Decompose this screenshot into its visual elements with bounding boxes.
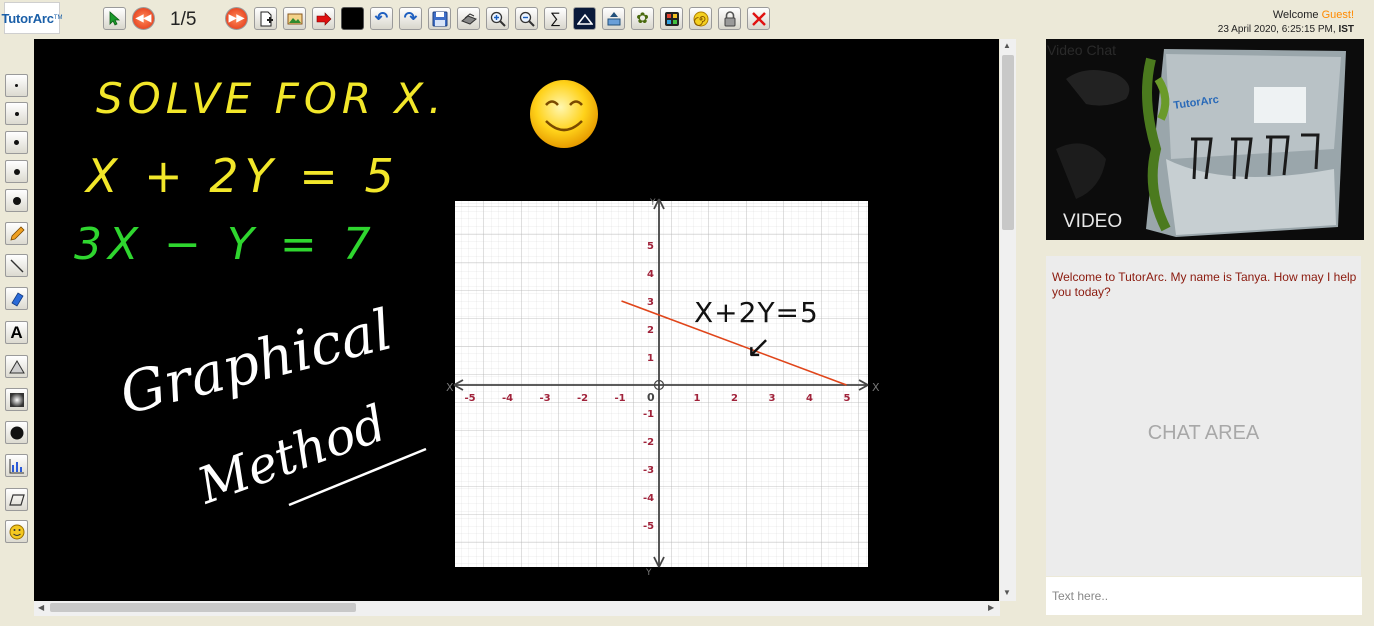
triangle-icon[interactable] — [5, 355, 28, 378]
y-tick-label: 3 — [647, 297, 654, 308]
pencil-icon[interactable] — [5, 222, 28, 245]
scroll-up-icon[interactable]: ▲ — [1003, 41, 1011, 50]
emoji-icon[interactable] — [5, 520, 28, 543]
pen-size-2-icon[interactable] — [5, 102, 28, 125]
vertical-scroll-thumb[interactable] — [1002, 55, 1014, 230]
pen-size-1-icon[interactable] — [5, 74, 28, 97]
video-feed: TutorArc — [1046, 39, 1364, 240]
undo-icon[interactable]: ↶ — [370, 7, 393, 30]
tutorarc-logo: TutorArc TM — [1, 2, 63, 34]
x-tick-label: 4 — [806, 393, 813, 404]
datetime: 23 April 2020, 6:25:15 PM, IST — [1218, 24, 1354, 35]
equation-1: X + 2Y = 5 — [84, 149, 400, 203]
whiteboard-drawing: SOLVE FOR X. X + 2Y = 5 3X − Y = 7 Graph… — [74, 74, 880, 578]
chat-message: Welcome to TutorArc. My name is Tanya. H… — [1052, 270, 1357, 299]
heading-solve-for-x: SOLVE FOR X. — [96, 74, 447, 123]
chat-panel — [1046, 256, 1361, 576]
origin-label: 0 — [647, 391, 655, 404]
x-tick-label: 3 — [769, 393, 776, 404]
welcome-label: Welcome — [1272, 9, 1319, 21]
upload-icon[interactable] — [602, 7, 625, 30]
text-icon[interactable]: A — [5, 321, 28, 344]
video-chat-title: Video Chat — [1047, 42, 1117, 58]
x-tick-label: -3 — [540, 393, 551, 404]
color-swatch-icon[interactable] — [341, 7, 364, 30]
scroll-right-icon[interactable]: ▶ — [988, 603, 994, 612]
svg-text:Y: Y — [645, 568, 652, 578]
equation-icon[interactable]: ∑ — [544, 7, 567, 30]
zoom-out-icon[interactable] — [515, 7, 538, 30]
whiteboard-canvas[interactable]: SOLVE FOR X. X + 2Y = 5 3X − Y = 7 Graph… — [34, 39, 999, 601]
welcome-text: Welcome Guest! — [1273, 9, 1354, 21]
pen-size-4-icon[interactable] — [5, 160, 28, 183]
chat-input[interactable] — [1046, 577, 1362, 615]
text-tool-label: A — [10, 322, 23, 342]
timezone: IST — [1338, 24, 1354, 35]
close-icon[interactable] — [747, 7, 770, 30]
lock-icon[interactable] — [718, 7, 741, 30]
select-arrow-icon[interactable] — [103, 7, 126, 30]
new-page-icon[interactable] — [254, 7, 277, 30]
y-tick-label: -1 — [643, 409, 654, 420]
y-tick-label: -2 — [643, 437, 654, 448]
mountain-image-icon[interactable] — [573, 7, 596, 30]
x-tick-label: -2 — [577, 393, 588, 404]
arrow-icon[interactable] — [312, 7, 335, 30]
logo-text: TutorArc — [1, 10, 55, 26]
y-tick-label: 1 — [647, 353, 654, 364]
equation-2: 3X − Y = 7 — [74, 219, 377, 270]
line-icon[interactable] — [5, 254, 28, 277]
x-axis-name: X — [872, 381, 880, 394]
grid-icon[interactable] — [660, 7, 683, 30]
spiral-icon[interactable] — [689, 7, 712, 30]
horizontal-scroll-thumb[interactable] — [50, 603, 356, 612]
datetime-value: 23 April 2020, 6:25:15 PM, — [1217, 24, 1336, 35]
y-tick-label: -4 — [643, 493, 654, 504]
redo-icon[interactable]: ↷ — [399, 7, 422, 30]
logo-tm: TM — [53, 15, 63, 21]
y-tick-label: -5 — [643, 521, 654, 532]
shade-icon[interactable] — [5, 388, 28, 411]
video-label: VIDEO — [1063, 211, 1123, 232]
y-tick-label: 2 — [647, 325, 654, 336]
x-tick-label: 5 — [844, 393, 851, 404]
fill-color-icon[interactable] — [5, 421, 28, 444]
pen-size-5-icon[interactable] — [5, 189, 28, 212]
zoom-in-icon[interactable] — [486, 7, 509, 30]
pen-size-3-icon[interactable] — [5, 131, 28, 154]
chat-area-label: CHAT AREA — [1147, 422, 1260, 444]
graph-annotation: X+2Y=5 — [694, 296, 819, 329]
user-name[interactable]: Guest! — [1322, 9, 1354, 21]
smiley-emoji — [530, 80, 598, 148]
y-axis-name: Y — [649, 198, 656, 208]
x-tick-label: -1 — [615, 393, 626, 404]
leaf-icon[interactable]: ✿ — [631, 7, 654, 30]
x-tick-label: 1 — [694, 393, 701, 404]
save-icon[interactable] — [428, 7, 451, 30]
previous-page-icon[interactable]: ◀◀ — [132, 7, 155, 30]
x-tick-label: 2 — [731, 393, 738, 404]
y-tick-label: 4 — [647, 269, 654, 280]
insert-image-icon[interactable] — [283, 7, 306, 30]
video-panel[interactable]: TutorArc — [1046, 39, 1364, 240]
page-indicator: 1/5 — [170, 9, 197, 30]
bar-chart-icon[interactable] — [5, 454, 28, 477]
x-tick-label: -5 — [465, 393, 476, 404]
print-icon[interactable] — [457, 7, 480, 30]
coordinate-graph: X X Y Y 0 -5 -4 -3 -2 -1 1 2 3 4 5 5 4 3 2 1 -1 -2 -3 -4 -5… — [446, 198, 880, 578]
y-tick-label: 5 — [647, 241, 654, 252]
parallelogram-icon[interactable] — [5, 488, 28, 511]
highlighter-icon[interactable] — [5, 287, 28, 310]
annotation-arrow: ↙ — [746, 330, 771, 365]
next-page-icon[interactable]: ▶▶ — [225, 7, 248, 30]
scroll-down-icon[interactable]: ▼ — [1003, 588, 1011, 597]
y-tick-label: -3 — [643, 465, 654, 476]
note-method: Method — [189, 394, 393, 516]
svg-text:X: X — [446, 381, 454, 394]
scroll-left-icon[interactable]: ◀ — [38, 603, 44, 612]
x-tick-label: -4 — [502, 393, 513, 404]
